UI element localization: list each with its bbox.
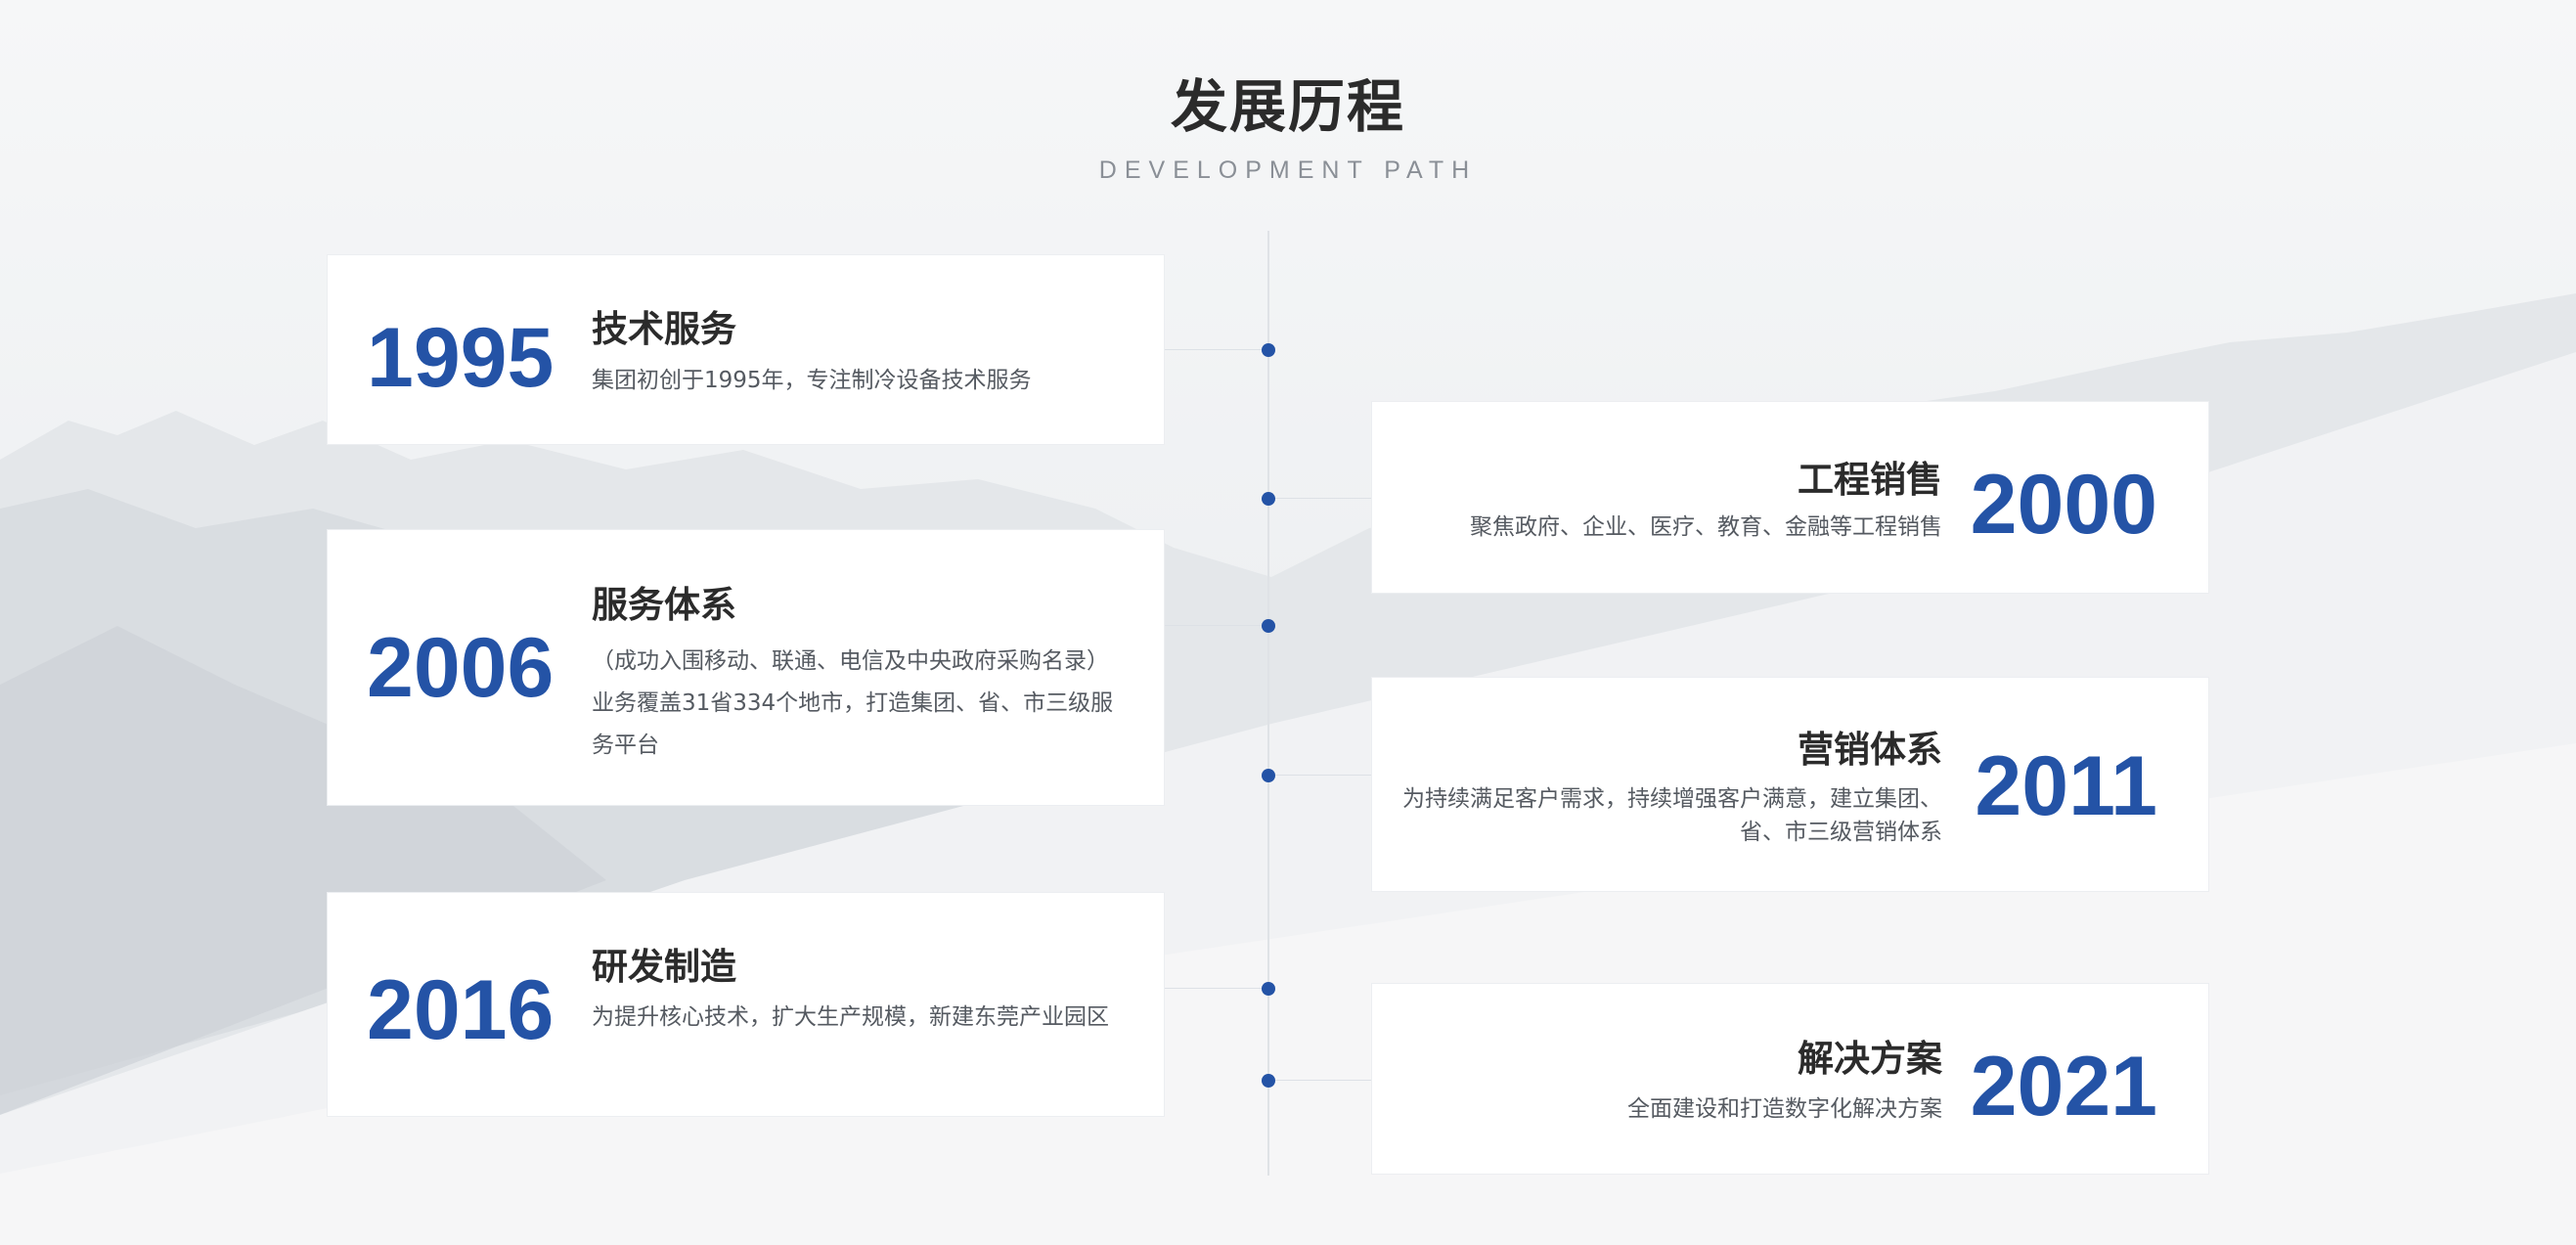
milestone-title: 服务体系 (592, 584, 736, 626)
timeline-connector (1269, 775, 1371, 776)
page-title: 发展历程 (1170, 73, 1405, 140)
milestone-title: 研发制造 (592, 946, 736, 988)
milestone-title: 工程销售 (1798, 459, 1942, 501)
timeline-dot (1262, 343, 1275, 357)
timeline-axis (1267, 231, 1269, 1176)
milestone-description: 为提升核心技术，扩大生产规模，新建东莞产业园区 (592, 1004, 1109, 1030)
timeline-card-2021: 2021 解决方案 全面建设和打造数字化解决方案 (1371, 983, 2209, 1175)
timeline-card-2016: 2016 研发制造 为提升核心技术，扩大生产规模，新建东莞产业园区 (327, 892, 1165, 1117)
milestone-description: 集团初创于1995年，专注制冷设备技术服务 (592, 368, 1032, 393)
timeline-dot (1262, 492, 1275, 506)
timeline-card-2006: 2006 服务体系 （成功入围移动、联通、电信及中央政府采购名录）业务覆盖31省… (327, 529, 1165, 806)
milestone-description: 聚焦政府、企业、医疗、教育、金融等工程销售 (1470, 514, 1942, 540)
timeline-card-2000: 2000 工程销售 聚焦政府、企业、医疗、教育、金融等工程销售 (1371, 401, 2209, 594)
milestone-year: 2016 (367, 963, 555, 1057)
timeline-dot (1262, 769, 1275, 782)
milestone-year: 2021 (1970, 1040, 2157, 1134)
timeline-card-1995: 1995 技术服务 集团初创于1995年，专注制冷设备技术服务 (327, 254, 1165, 445)
milestone-title: 营销体系 (1798, 729, 1942, 771)
milestone-year: 2011 (1975, 739, 2157, 833)
timeline-connector (1269, 1080, 1371, 1081)
milestone-title: 技术服务 (592, 308, 736, 350)
milestone-year: 2006 (367, 621, 555, 715)
page-subtitle: DEVELOPMENT PATH (1098, 156, 1478, 184)
timeline-dot (1262, 619, 1275, 633)
milestone-title: 解决方案 (1798, 1038, 1942, 1080)
timeline-connector (1164, 349, 1267, 350)
milestone-description: 全面建设和打造数字化解决方案 (1627, 1096, 1942, 1122)
milestone-description: 为持续满足客户需求，持续增强客户满意，建立集团、省、市三级营销体系 (1402, 786, 1942, 845)
milestone-description: （成功入围移动、联通、电信及中央政府采购名录）业务覆盖31省334个地市，打造集… (592, 648, 1114, 758)
timeline-connector (1164, 988, 1267, 989)
timeline-card-2011: 2011 营销体系 为持续满足客户需求，持续增强客户满意，建立集团、省、市三级营… (1371, 677, 2209, 892)
timeline-dot (1262, 1074, 1275, 1088)
timeline-dot (1262, 982, 1275, 996)
milestone-year: 1995 (367, 311, 555, 405)
timeline-connector (1269, 498, 1371, 499)
timeline-connector (1164, 625, 1267, 626)
milestone-year: 2000 (1970, 458, 2157, 552)
